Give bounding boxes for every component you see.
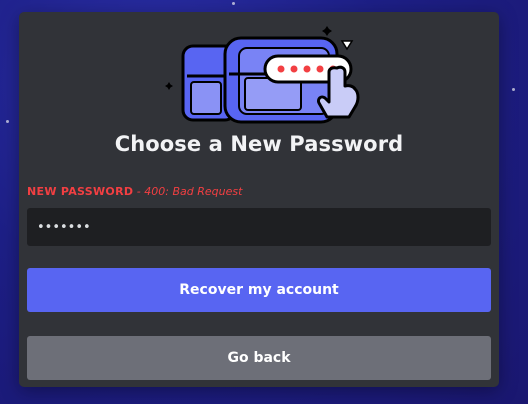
modal-title: Choose a New Password bbox=[114, 132, 404, 156]
go-back-button[interactable]: Go back bbox=[27, 336, 491, 380]
error-separator: - bbox=[133, 185, 145, 198]
treasure-chest-password-icon bbox=[165, 26, 360, 124]
new-password-label: NEW PASSWORD - 400: Bad Request bbox=[27, 185, 242, 198]
triangle-sparkle-icon bbox=[340, 40, 354, 51]
background-star bbox=[232, 2, 235, 5]
password-reset-modal: Choose a New Password NEW PASSWORD - 400… bbox=[19, 12, 499, 387]
recover-account-button[interactable]: Recover my account bbox=[27, 268, 491, 312]
background-star bbox=[512, 88, 515, 91]
new-password-input[interactable] bbox=[27, 208, 491, 246]
new-password-label-text: NEW PASSWORD bbox=[27, 185, 134, 198]
password-error-message: 400: Bad Request bbox=[144, 185, 243, 198]
background-star bbox=[6, 120, 9, 123]
